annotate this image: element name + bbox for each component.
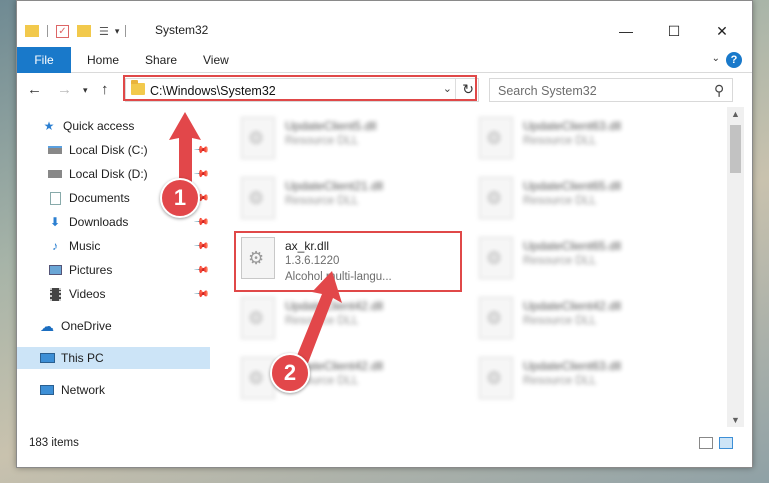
help-button[interactable]: ? (726, 52, 742, 68)
title-bar: ✓ ☰ ▾ System32 — ☐ ✕ (17, 1, 752, 41)
forward-arrow-icon[interactable]: → (57, 81, 72, 98)
file-description: Resource DLL (523, 135, 597, 147)
expand-ribbon-icon[interactable]: ⌄ (712, 53, 720, 64)
scroll-up-icon[interactable]: ▲ (731, 109, 740, 119)
tab-file[interactable]: File (17, 47, 71, 73)
search-icon[interactable]: ⚲ (714, 82, 724, 99)
pictures-icon (47, 263, 63, 277)
sidebar-item-label: OneDrive (61, 319, 112, 333)
search-input[interactable]: Search System32 (498, 84, 597, 98)
file-name: UpdateClient65.dll (523, 239, 622, 253)
window-title: System32 (155, 23, 209, 37)
recent-locations-chevron-icon[interactable]: ▾ (83, 85, 88, 96)
file-name: UpdateClient63.dll (523, 119, 622, 133)
search-box[interactable]: Search System32 ⚲ (489, 78, 733, 102)
large-icons-view-icon[interactable] (719, 437, 733, 449)
music-icon: ♪ (52, 239, 58, 253)
customize-toolbar-icon[interactable]: ☰ (99, 25, 109, 38)
pin-icon: 📌 (192, 261, 210, 279)
scroll-down-icon[interactable]: ▼ (731, 415, 740, 425)
sidebar-item-label: Network (61, 383, 106, 397)
file-description: Resource DLL (285, 195, 359, 207)
pin-icon: 📌 (192, 213, 210, 231)
dll-file-icon (479, 357, 513, 399)
file-name: UpdateClient65.dll (523, 179, 622, 193)
file-description: Resource DLL (523, 315, 597, 327)
pin-icon: 📌 (192, 285, 210, 303)
tab-view[interactable]: View (203, 53, 229, 67)
download-icon: ⬇ (49, 215, 61, 229)
back-arrow-icon[interactable]: ← (27, 81, 42, 98)
file-tile[interactable]: UpdateClient21.dll Resource DLL (231, 171, 461, 231)
sidebar-item-this-pc[interactable]: This PC (17, 347, 210, 369)
cloud-icon: ☁ (40, 317, 54, 334)
file-description: Resource DLL (523, 195, 597, 207)
chevron-down-icon[interactable]: ▾ (115, 26, 120, 37)
scrollbar-thumb[interactable] (730, 125, 741, 173)
separator (47, 25, 48, 37)
file-tile[interactable]: UpdateClient42.dll Resource DLL (469, 291, 699, 351)
file-tile[interactable]: UpdateClient63.dll Resource DLL (469, 111, 699, 171)
sidebar-item-label: Pictures (69, 263, 113, 277)
dll-file-icon (479, 177, 513, 219)
drive-icon (47, 167, 63, 181)
status-bar: 183 items (17, 431, 752, 455)
drive-icon (47, 143, 63, 157)
ribbon-tabs: File Home Share View ⌄ ? (17, 47, 752, 73)
file-tile[interactable]: UpdateClient65.dll Resource DLL (469, 231, 699, 291)
dll-file-icon (479, 237, 513, 279)
maximize-button[interactable]: ☐ (651, 23, 697, 39)
file-name: UpdateClient42.dll (523, 299, 622, 313)
sidebar-item-onedrive[interactable]: ☁ OneDrive (17, 315, 210, 337)
file-tile[interactable]: UpdateClient65.dll Resource DLL (469, 171, 699, 231)
separator (125, 25, 127, 37)
sidebar-item-pictures[interactable]: Pictures 📌 (17, 259, 210, 281)
computer-icon (39, 351, 55, 365)
address-bar-highlight (123, 75, 477, 101)
file-description: Resource DLL (523, 255, 597, 267)
file-name: UpdateClient5.dll (285, 119, 377, 133)
dll-file-icon (479, 297, 513, 339)
sidebar-item-label: Local Disk (C:) (69, 143, 148, 157)
vertical-scrollbar[interactable]: ▲ ▼ (727, 107, 744, 427)
item-count: 183 items (29, 437, 79, 449)
sidebar-item-network[interactable]: Network (17, 379, 210, 401)
step-badge-2: 2 (270, 353, 310, 393)
sidebar-item-videos[interactable]: Videos 📌 (17, 283, 210, 305)
tab-share[interactable]: Share (145, 53, 177, 67)
dll-file-icon (241, 297, 275, 339)
documents-icon (47, 191, 63, 205)
star-icon: ★ (43, 119, 55, 133)
pin-icon: 📌 (192, 237, 210, 255)
file-description: Resource DLL (523, 375, 597, 387)
file-name: UpdateClient21.dll (285, 179, 384, 193)
minimize-button[interactable]: — (603, 23, 649, 39)
dll-file-icon (479, 117, 513, 159)
close-button[interactable]: ✕ (699, 23, 745, 39)
properties-icon[interactable]: ✓ (56, 24, 69, 38)
sidebar-item-label: Music (69, 239, 101, 253)
sidebar-item-label: Downloads (69, 215, 129, 229)
sidebar-item-label: This PC (61, 351, 104, 365)
quick-access-toolbar: ✓ ☰ ▾ (25, 23, 127, 39)
file-name: UpdateClient63.dll (523, 359, 622, 373)
new-folder-icon[interactable] (77, 25, 91, 37)
sidebar-item-label: Videos (69, 287, 106, 301)
file-tile[interactable]: UpdateClient63.dll Resource DLL (469, 351, 699, 411)
file-description: Resource DLL (285, 135, 359, 147)
folder-icon (25, 25, 39, 37)
dll-file-icon (241, 177, 275, 219)
dll-file-icon (241, 117, 275, 159)
details-view-icon[interactable] (699, 437, 713, 449)
sidebar-item-music[interactable]: ♪ Music 📌 (17, 235, 210, 257)
up-arrow-icon[interactable]: ↑ (101, 81, 109, 98)
file-tile[interactable]: UpdateClient5.dll Resource DLL (231, 111, 461, 171)
sidebar-item-label: Documents (69, 191, 130, 205)
sidebar-item-label: Local Disk (D:) (69, 167, 148, 181)
network-icon (39, 383, 55, 397)
step-badge-1: 1 (160, 178, 200, 218)
tab-home[interactable]: Home (87, 53, 119, 67)
videos-icon (47, 287, 63, 301)
sidebar-item-label: Quick access (63, 119, 135, 133)
